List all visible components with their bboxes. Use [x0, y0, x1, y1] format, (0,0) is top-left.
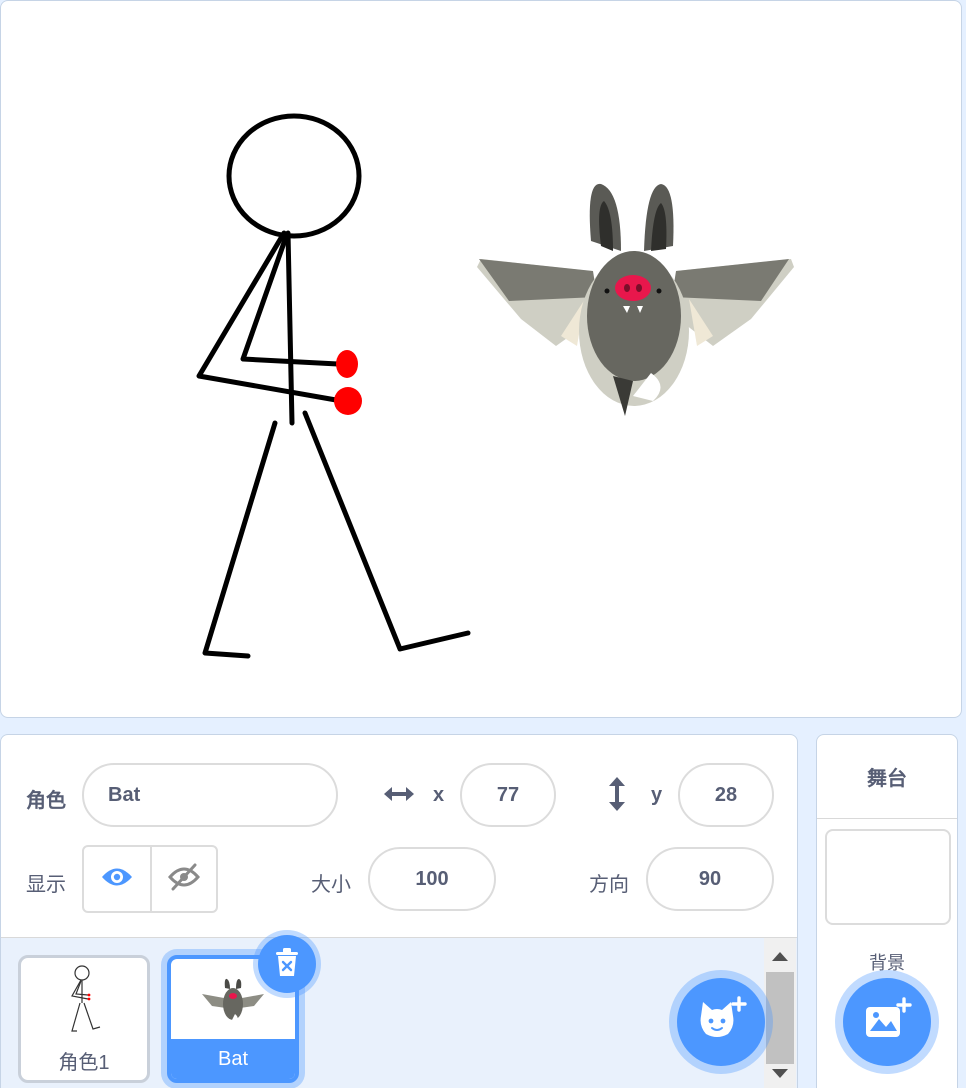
cat-plus-icon	[695, 995, 747, 1049]
backdrop-thumbnail[interactable]	[825, 829, 951, 925]
vertical-arrows-icon	[603, 775, 631, 813]
scroll-down-arrow-icon[interactable]	[772, 1069, 788, 1078]
backdrop-label: 背景	[869, 953, 905, 973]
stage-panel-title: 舞台	[817, 735, 957, 819]
direction-label: 方向	[589, 874, 629, 896]
sprite-label: 角色	[26, 790, 66, 812]
image-plus-icon	[862, 996, 912, 1048]
delete-sprite-button[interactable]	[258, 935, 316, 993]
y-input[interactable]: 28	[678, 763, 774, 827]
size-input[interactable]: 100	[368, 847, 496, 911]
hide-button[interactable]	[149, 847, 216, 911]
sprite-tile-label: Bat	[171, 1039, 295, 1079]
eye-slash-icon	[167, 863, 200, 896]
stick-figure-sprite[interactable]	[196, 113, 471, 659]
sprite-list-scrollbar[interactable]	[764, 938, 796, 1088]
sprite-info-panel: 角色 Bat x 77 y 28 显示 大小 100 方向 90	[1, 735, 797, 938]
sprite-tile-stick-figure[interactable]: 角色1	[18, 955, 150, 1083]
add-backdrop-button[interactable]	[843, 978, 931, 1066]
stage-canvas[interactable]	[0, 0, 962, 718]
x-input[interactable]: 77	[460, 763, 556, 827]
eye-icon	[101, 866, 133, 893]
show-button[interactable]	[84, 847, 150, 911]
visibility-toggle	[82, 845, 218, 913]
x-label: x	[433, 784, 445, 806]
y-label: y	[651, 784, 663, 806]
bat-sprite[interactable]	[477, 183, 794, 416]
sprite-name-input[interactable]: Bat	[82, 763, 338, 827]
scroll-up-arrow-icon[interactable]	[772, 952, 788, 961]
show-label: 显示	[26, 874, 66, 896]
sprite-thumbnail	[21, 958, 147, 1042]
add-sprite-button[interactable]	[677, 978, 765, 1066]
trash-icon	[274, 947, 300, 982]
size-label: 大小	[311, 874, 351, 896]
scrollbar-thumb[interactable]	[766, 972, 794, 1064]
red-ball	[336, 350, 358, 378]
horizontal-arrows-icon	[381, 779, 417, 809]
red-ball	[334, 387, 362, 415]
sprite-tile-label: 角色1	[58, 1051, 110, 1074]
direction-input[interactable]: 90	[646, 847, 774, 911]
